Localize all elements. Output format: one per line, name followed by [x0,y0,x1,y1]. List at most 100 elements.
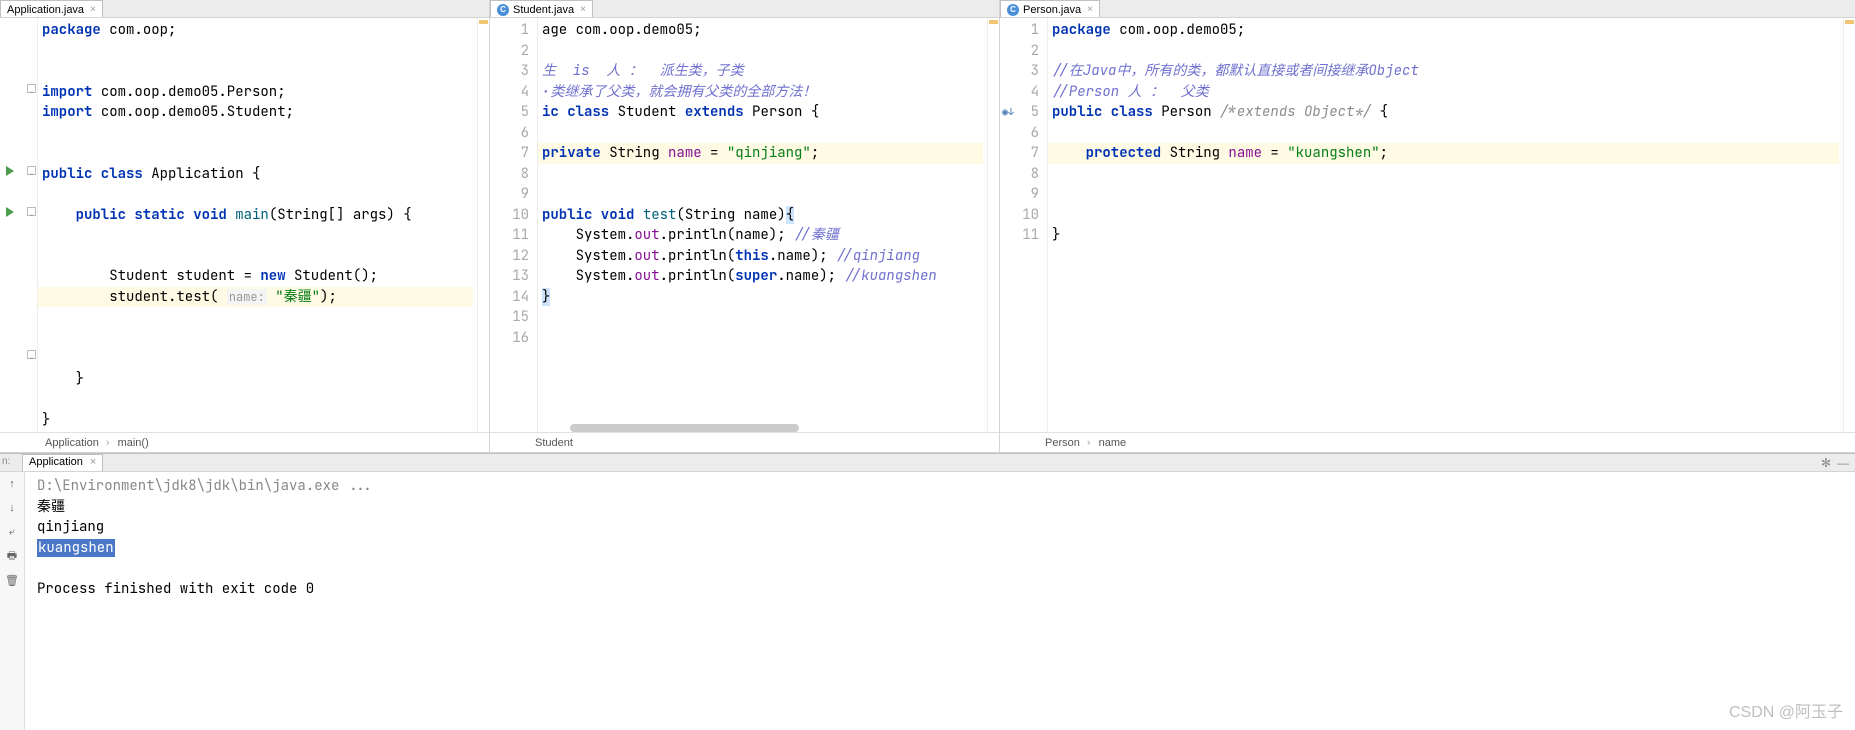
breadcrumb-item[interactable]: Person [1045,437,1091,449]
console-output[interactable]: D:\Environment\jdk8\jdk\bin\java.exe ...… [25,472,1855,730]
console-line: qinjiang [37,517,1843,538]
line-no: 6 [490,123,529,144]
line-no: 9 [490,184,529,205]
up-icon[interactable]: ↑ [4,476,20,492]
gear-icon[interactable]: ✻ [1821,456,1831,470]
marker-bar[interactable] [477,18,489,432]
breadcrumb-item[interactable]: Student [535,437,577,449]
line-no: 2 [1000,41,1039,62]
marker-bar[interactable] [987,18,999,432]
fold-icon[interactable] [27,84,36,93]
run-icon[interactable] [6,207,14,217]
editor-pane-application: Application.java × package com.oop; impo… [0,0,490,452]
console-tab-label: Application [29,456,83,468]
console-line: 秦疆 [37,497,1843,518]
code-area: 1 2 3 4 ◉↓5 6 7 8 9 10 11 package com.oo… [1000,18,1855,432]
tab-bar: C Student.java × [490,0,999,18]
tab-bar: C Person.java × [1000,0,1855,18]
console-line: D:\Environment\jdk8\jdk\bin\java.exe ... [37,476,1843,497]
console-toolbar: ↑ ↓ ⤶ 🖶 🗑 [0,472,25,730]
run-tool-window: n: Application × ✻ — ↑ ↓ ⤶ 🖶 🗑 D:\Enviro… [0,453,1855,730]
line-no: 1 [490,20,529,41]
tab-application[interactable]: Application.java × [0,0,103,17]
line-no: 16 [490,328,529,349]
tab-label: Application.java [7,4,84,16]
breadcrumb[interactable]: Student [490,432,999,452]
line-no: 4 [490,82,529,103]
breadcrumb[interactable]: Person name [1000,432,1855,452]
override-icon[interactable]: ◉↓ [1002,102,1014,123]
tab-label: Person.java [1023,4,1081,16]
line-no: 8 [1000,164,1039,185]
wrap-icon[interactable]: ⤶ [4,524,20,540]
code-content[interactable]: package com.oop.demo05; //在Java中，所有的类，都默… [1048,18,1843,432]
code-content[interactable]: age com.oop.demo05; 生 is 人 ： 派生类，子类 ·类继承… [538,18,987,432]
close-icon[interactable]: × [90,456,96,468]
line-no: 6 [1000,123,1039,144]
print-icon[interactable]: 🖶 [4,548,20,564]
marker-bar[interactable] [1843,18,1855,432]
tab-bar: Application.java × [0,0,489,18]
warning-marker[interactable] [989,20,998,24]
line-no: 14 [490,287,529,308]
code-area: 1 2 3 4 5 6 7 8 9 10 11 12 13 14 15 16 a… [490,18,999,432]
run-label: n: [2,456,10,467]
editor-pane-person: C Person.java × 1 2 3 4 ◉↓5 6 7 8 9 10 1… [1000,0,1855,452]
console-toolbar-right: ✻ — [1821,456,1849,470]
scrollbar-horizontal[interactable] [570,422,987,434]
breadcrumb-item[interactable]: name [1099,437,1131,449]
editor-split: Application.java × package com.oop; impo… [0,0,1855,453]
line-no: 1 [1000,20,1039,41]
console-tab[interactable]: Application × [22,454,103,471]
gutter[interactable]: 1 2 3 4 5 6 7 8 9 10 11 12 13 14 15 16 [490,18,538,432]
warning-marker[interactable] [1845,20,1854,24]
watermark: CSDN @阿玉子 [1729,698,1843,722]
line-no: 11 [1000,225,1039,246]
class-icon: C [1007,4,1019,16]
close-icon[interactable]: × [578,4,588,15]
line-no: 8 [490,164,529,185]
line-no: 13 [490,266,529,287]
line-no: 3 [1000,61,1039,82]
trash-icon[interactable]: 🗑 [4,572,20,588]
line-no: 4 [1000,82,1039,103]
fold-icon[interactable] [27,166,36,175]
gutter[interactable]: 1 2 3 4 ◉↓5 6 7 8 9 10 11 [1000,18,1048,432]
class-icon: C [497,4,509,16]
code-content[interactable]: package com.oop; import com.oop.demo05.P… [38,18,477,432]
line-no: 7 [1000,143,1039,164]
gutter[interactable] [0,18,38,432]
tab-person[interactable]: C Person.java × [1000,0,1100,17]
down-icon[interactable]: ↓ [4,500,20,516]
editor-pane-student: C Student.java × 1 2 3 4 5 6 7 8 9 10 11… [490,0,1000,452]
line-no: 5 [490,102,529,123]
minimize-icon[interactable]: — [1837,456,1849,470]
line-no: 11 [490,225,529,246]
fold-icon[interactable] [27,350,36,359]
breadcrumb-item[interactable]: Application [45,437,110,449]
run-icon[interactable] [6,166,14,176]
line-no: 3 [490,61,529,82]
tab-student[interactable]: C Student.java × [490,0,593,17]
code-area: package com.oop; import com.oop.demo05.P… [0,18,489,432]
tab-label: Student.java [513,4,574,16]
line-no: 10 [1000,205,1039,226]
console-line [37,558,1843,579]
close-icon[interactable]: × [88,4,98,15]
console-body: ↑ ↓ ⤶ 🖶 🗑 D:\Environment\jdk8\jdk\bin\ja… [0,472,1855,730]
line-no: 15 [490,307,529,328]
console-line: kuangshen [37,538,1843,559]
breadcrumb-item[interactable]: main() [118,437,153,449]
warning-marker[interactable] [479,20,488,24]
close-icon[interactable]: × [1085,4,1095,15]
line-no: 2 [490,41,529,62]
selected-text: kuangshen [37,539,115,557]
line-no: 7 [490,143,529,164]
fold-icon[interactable] [27,207,36,216]
line-no: ◉↓5 [1000,102,1039,123]
console-tab-bar: n: Application × ✻ — [0,454,1855,472]
breadcrumb[interactable]: Application main() [0,432,489,452]
line-no: 12 [490,246,529,267]
console-line: Process finished with exit code 0 [37,579,1843,600]
line-no: 10 [490,205,529,226]
